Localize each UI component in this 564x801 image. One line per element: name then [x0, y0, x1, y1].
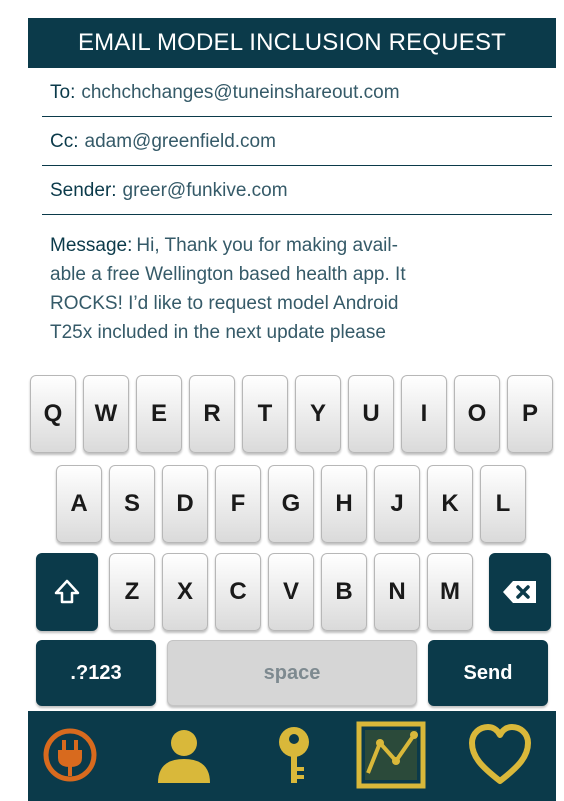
send-button[interactable]: Send	[428, 640, 548, 706]
sender-label: Sender:	[50, 179, 117, 201]
key-w[interactable]: W	[83, 375, 129, 453]
key-b[interactable]: B	[321, 553, 367, 631]
message-line-1: Message: Hi, Thank you for making avail-	[50, 231, 538, 260]
sender-field[interactable]: Sender: greer@funkive.com	[28, 166, 556, 215]
shift-key[interactable]	[36, 553, 98, 631]
key-g[interactable]: G	[268, 465, 314, 543]
key-o[interactable]: O	[454, 375, 500, 453]
cc-field[interactable]: Cc: adam@greenfield.com	[28, 117, 556, 166]
page-title: EMAIL MODEL INCLUSION REQUEST	[28, 18, 556, 68]
bottom-tab-bar	[28, 711, 556, 801]
key-a[interactable]: A	[56, 465, 102, 543]
key-k[interactable]: K	[427, 465, 473, 543]
message-label: Message:	[50, 235, 133, 256]
key-l[interactable]: L	[480, 465, 526, 543]
space-key[interactable]: space	[167, 640, 417, 706]
message-text-4: T25x included in the next update please	[50, 322, 386, 343]
key-v[interactable]: V	[268, 553, 314, 631]
key-y[interactable]: Y	[295, 375, 341, 453]
backspace-icon	[503, 581, 536, 603]
to-value[interactable]: chchchchanges@tuneinshareout.com	[81, 82, 399, 104]
user-icon[interactable]	[154, 725, 214, 785]
key-x[interactable]: X	[162, 553, 208, 631]
key-u[interactable]: U	[348, 375, 394, 453]
key-c[interactable]: C	[215, 553, 261, 631]
message-text-3: ROCKS! I’d like to request model Android	[50, 293, 399, 314]
key-z[interactable]: Z	[109, 553, 155, 631]
key-m[interactable]: M	[427, 553, 473, 631]
message-text-1: Hi, Thank you for making avail-	[136, 235, 398, 256]
sender-value[interactable]: greer@funkive.com	[123, 180, 288, 202]
key-t[interactable]: T	[242, 375, 288, 453]
to-label: To:	[50, 81, 76, 103]
key-n[interactable]: N	[374, 553, 420, 631]
key-h[interactable]: H	[321, 465, 367, 543]
key-j[interactable]: J	[374, 465, 420, 543]
key-f[interactable]: F	[215, 465, 261, 543]
to-field[interactable]: To: chchchchanges@tuneinshareout.com	[28, 68, 556, 117]
key-r[interactable]: R	[189, 375, 235, 453]
key-s[interactable]: S	[109, 465, 155, 543]
on-screen-keyboard: Q W E R T Y U I O P A S D F G H J K L Z …	[28, 358, 556, 711]
key-p[interactable]: P	[507, 375, 553, 453]
message-text-2: able a free Wellington based health app.…	[50, 264, 406, 285]
key-d[interactable]: D	[162, 465, 208, 543]
page-title-text: EMAIL MODEL INCLUSION REQUEST	[77, 29, 507, 56]
key-icon[interactable]	[264, 725, 324, 785]
key-q[interactable]: Q	[30, 375, 76, 453]
numbers-key[interactable]: .?123	[36, 640, 156, 706]
key-e[interactable]: E	[136, 375, 182, 453]
power-plug-icon[interactable]	[40, 725, 100, 785]
shift-icon	[54, 579, 80, 604]
message-field[interactable]: Message: Hi, Thank you for making avail- …	[28, 215, 556, 360]
cc-value[interactable]: adam@greenfield.com	[85, 131, 276, 153]
backspace-key[interactable]	[489, 553, 551, 631]
heart-icon[interactable]	[468, 723, 532, 787]
email-form: To: chchchchanges@tuneinshareout.com Cc:…	[28, 68, 556, 215]
key-i[interactable]: I	[401, 375, 447, 453]
chart-icon[interactable]	[356, 721, 426, 789]
email-request-screen: EMAIL MODEL INCLUSION REQUEST To: chchch…	[28, 18, 556, 801]
cc-label: Cc:	[50, 130, 79, 152]
